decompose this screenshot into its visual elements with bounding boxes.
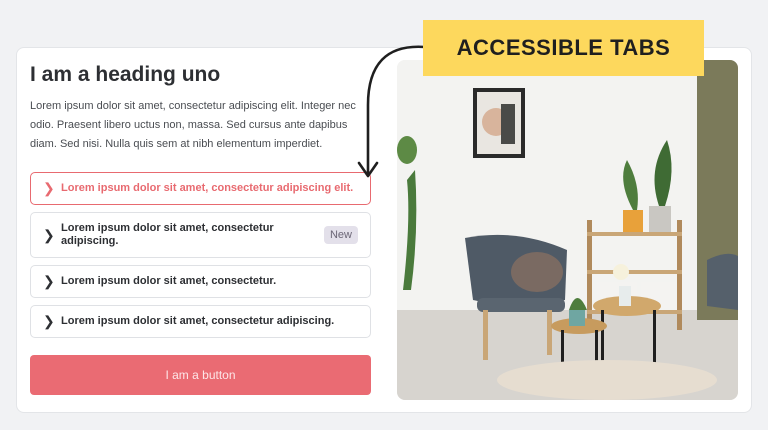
chevron-right-icon: ❯ <box>43 273 55 289</box>
tab-4-label: Lorem ipsum dolor sit amet, consectetur … <box>61 315 335 327</box>
content-panel: I am a heading uno Lorem ipsum dolor sit… <box>30 62 371 395</box>
tab-list: ❯ Lorem ipsum dolor sit amet, consectetu… <box>30 172 371 338</box>
tab-2-label: Lorem ipsum dolor sit amet, consectetur … <box>61 222 274 247</box>
primary-button[interactable]: I am a button <box>30 355 371 395</box>
new-badge: New <box>323 226 358 244</box>
tab-2[interactable]: ❯ Lorem ipsum dolor sit amet, consectetu… <box>30 212 371 258</box>
living-room-illustration <box>397 60 738 400</box>
tab-3[interactable]: ❯ Lorem ipsum dolor sit amet, consectetu… <box>30 265 371 298</box>
tab-1-label: Lorem ipsum dolor sit amet, consectetur … <box>61 182 354 194</box>
intro-paragraph: Lorem ipsum dolor sit amet, consectetur … <box>30 100 356 150</box>
living-room-photo <box>397 60 738 400</box>
curved-arrow-icon <box>357 45 427 178</box>
tab-3-label: Lorem ipsum dolor sit amet, consectetur. <box>61 275 277 287</box>
chevron-right-icon: ❯ <box>43 226 55 243</box>
tab-1[interactable]: ❯ Lorem ipsum dolor sit amet, consectetu… <box>30 172 371 205</box>
page-heading: I am a heading uno <box>30 63 221 86</box>
title-banner: ACCESSIBLE TABS <box>423 20 704 76</box>
chevron-right-icon: ❯ <box>43 313 55 329</box>
chevron-right-icon: ❯ <box>43 180 55 196</box>
tab-4[interactable]: ❯ Lorem ipsum dolor sit amet, consectetu… <box>30 305 371 338</box>
